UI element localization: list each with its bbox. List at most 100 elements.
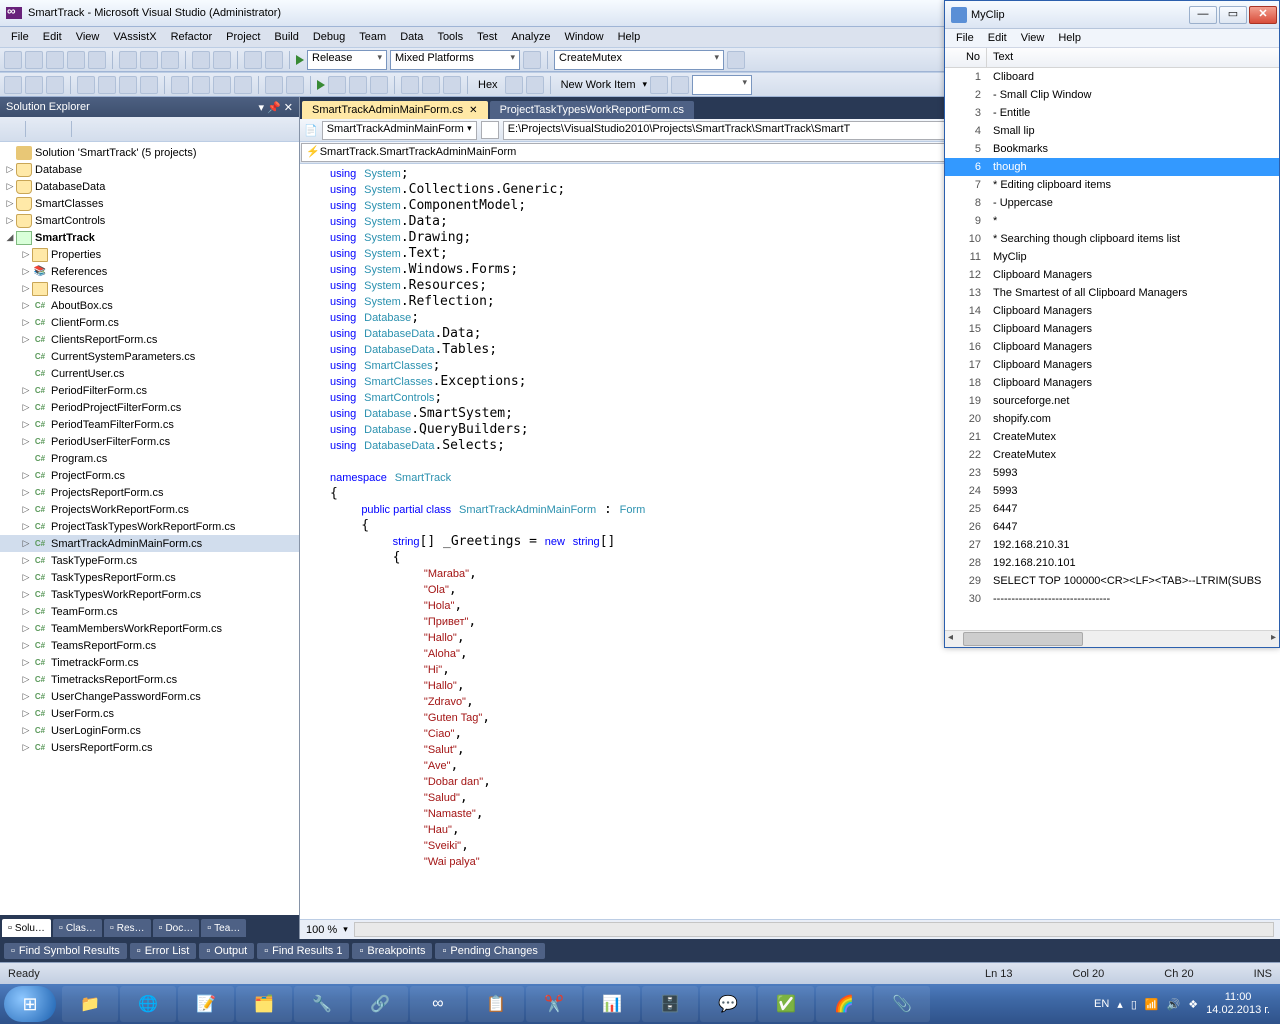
menu-build[interactable]: Build [267,29,305,45]
bottom-tab[interactable]: ▫ Error List [130,943,197,959]
tree-item[interactable]: ▷TaskTypesWorkReportForm.cs [0,586,299,603]
taskbar-app-1[interactable]: 🗂️ [236,986,292,1022]
sol-tab[interactable]: ▫Clas… [53,919,102,937]
tree-item[interactable]: ▷TeamForm.cs [0,603,299,620]
tree-item[interactable]: ▷Database [0,161,299,178]
sol-tab[interactable]: ▫Doc… [153,919,200,937]
clip-row[interactable]: 14Clipboard Managers [945,302,1279,320]
tree-item[interactable]: ▷PeriodFilterForm.cs [0,382,299,399]
tb2-stop[interactable] [349,76,367,94]
tree-item[interactable]: ▷TeamMembersWorkReportForm.cs [0,620,299,637]
tb2-btn-3[interactable] [46,76,64,94]
tray-flag-icon[interactable]: ▯ [1131,998,1137,1011]
bottom-tab[interactable]: ▫ Find Results 1 [257,943,349,959]
clip-row[interactable]: 21CreateMutex [945,428,1279,446]
lang-indicator[interactable]: EN [1094,998,1109,1010]
editor-tab[interactable]: ProjectTaskTypesWorkReportForm.cs [490,101,694,119]
myclip-window[interactable]: MyClip — ▭ ✕ FileEditViewHelp No Text 1C… [944,0,1280,648]
taskbar-chrome[interactable]: 🌐 [120,986,176,1022]
clip-row[interactable]: 3 - Entitle [945,104,1279,122]
maximize-button[interactable]: ▭ [1219,6,1247,24]
tb2-btn-8[interactable] [171,76,189,94]
taskbar-app-4[interactable]: 📋 [468,986,524,1022]
taskbar-picasa[interactable]: 🌈 [816,986,872,1022]
clip-row[interactable]: 22CreateMutex [945,446,1279,464]
menu-tools[interactable]: Tools [430,29,470,45]
taskbar-app-9[interactable]: ✅ [758,986,814,1022]
tree-item[interactable]: CurrentSystemParameters.cs [0,348,299,365]
tb2-btn-23[interactable] [671,76,689,94]
start-button[interactable]: ⊞ [4,986,56,1022]
tree-item[interactable]: ▷ClientForm.cs [0,314,299,331]
tree-item[interactable]: ▷ProjectForm.cs [0,467,299,484]
clip-row[interactable]: 10* Searching though clipboard items lis… [945,230,1279,248]
tree-item[interactable]: ▷SmartControls [0,212,299,229]
nav-fwd-button[interactable] [265,51,283,69]
clip-row[interactable]: 20shopify.com [945,410,1279,428]
tb2-btn-5[interactable] [98,76,116,94]
tray-net-icon[interactable]: 📶 [1145,998,1159,1011]
bottom-tab[interactable]: ▫ Output [199,943,254,959]
clip-row[interactable]: 12Clipboard Managers [945,266,1279,284]
tree-item[interactable]: ▷PeriodProjectFilterForm.cs [0,399,299,416]
tb2-play[interactable] [317,80,325,90]
taskbar-explorer[interactable]: 📁 [62,986,118,1022]
mc-menu-file[interactable]: File [949,31,981,45]
menu-view[interactable]: View [69,29,107,45]
mc-menu-edit[interactable]: Edit [981,31,1014,45]
step-into-button[interactable] [401,76,419,94]
clip-row[interactable]: 30-------------------------------- [945,590,1279,608]
hex-label[interactable]: Hex [474,79,502,91]
menu-debug[interactable]: Debug [306,29,352,45]
menu-data[interactable]: Data [393,29,430,45]
taskbar-notepadpp[interactable]: 📝 [178,986,234,1022]
close-button[interactable]: ✕ [1249,6,1277,24]
clip-row[interactable]: 13The Smartest of all Clipboard Managers [945,284,1279,302]
tree-item[interactable]: ▷ProjectsReportForm.cs [0,484,299,501]
bottom-tab[interactable]: ▫ Pending Changes [435,943,544,959]
tray-vol-icon[interactable]: 🔊 [1167,998,1181,1011]
sol-tb-refresh[interactable] [29,120,47,138]
menu-vassistx[interactable]: VAssistX [106,29,163,45]
nav-file-combo[interactable]: SmartTrackAdminMainForm [322,121,477,140]
vs-bottom-tab-well[interactable]: ▫ Find Symbol Results▫ Error List▫ Outpu… [0,939,1280,962]
tb2-btn-13[interactable] [286,76,304,94]
tray-misc-icon[interactable]: ❖ [1188,998,1198,1011]
tree-item[interactable]: ▷TaskTypesReportForm.cs [0,569,299,586]
clip-row[interactable]: 266447 [945,518,1279,536]
menu-test[interactable]: Test [470,29,504,45]
tree-item[interactable]: ▷TimetracksReportForm.cs [0,671,299,688]
sol-tb-props[interactable] [75,120,93,138]
mc-menu-help[interactable]: Help [1051,31,1088,45]
clip-row[interactable]: 29SELECT TOP 100000<CR><LF><TAB>--LTRIM(… [945,572,1279,590]
clip-row[interactable]: 9* [945,212,1279,230]
bottom-tab[interactable]: ▫ Breakpoints [352,943,432,959]
tree-item[interactable]: ▷Properties [0,246,299,263]
clip-row[interactable]: 6though [945,158,1279,176]
clock[interactable]: 11:00 14.02.2013 г. [1206,991,1270,1017]
tree-item[interactable]: ▷Resources [0,280,299,297]
mc-menu-view[interactable]: View [1014,31,1052,45]
work-item-search[interactable] [692,75,752,95]
taskbar-vs[interactable]: ∞ [410,986,466,1022]
nav-back-button[interactable] [244,51,262,69]
taskbar-app-2[interactable]: 🔧 [294,986,350,1022]
tree-item[interactable]: ▷PeriodUserFilterForm.cs [0,433,299,450]
tb2-btn-7[interactable] [140,76,158,94]
tree-item[interactable]: ▷AboutBox.cs [0,297,299,314]
tb2-btn-9[interactable] [192,76,210,94]
tree-item[interactable]: ▷UsersReportForm.cs [0,739,299,756]
myclip-menubar[interactable]: FileEditViewHelp [945,29,1279,48]
menu-refactor[interactable]: Refactor [164,29,220,45]
start-debug-button[interactable] [296,55,304,65]
tree-item[interactable]: ▷TaskTypeForm.cs [0,552,299,569]
clip-row[interactable]: 16Clipboard Managers [945,338,1279,356]
menu-file[interactable]: File [4,29,36,45]
clip-row[interactable]: 2 - Small Clip Window [945,86,1279,104]
bottom-tab[interactable]: ▫ Find Symbol Results [4,943,127,959]
clip-row[interactable]: 256447 [945,500,1279,518]
tree-item[interactable]: ▷UserLoginForm.cs [0,722,299,739]
sol-tab[interactable]: ▫Tea… [201,919,246,937]
taskbar-app-8[interactable]: 💬 [700,986,756,1022]
platform-combo[interactable]: Mixed Platforms [390,50,520,70]
